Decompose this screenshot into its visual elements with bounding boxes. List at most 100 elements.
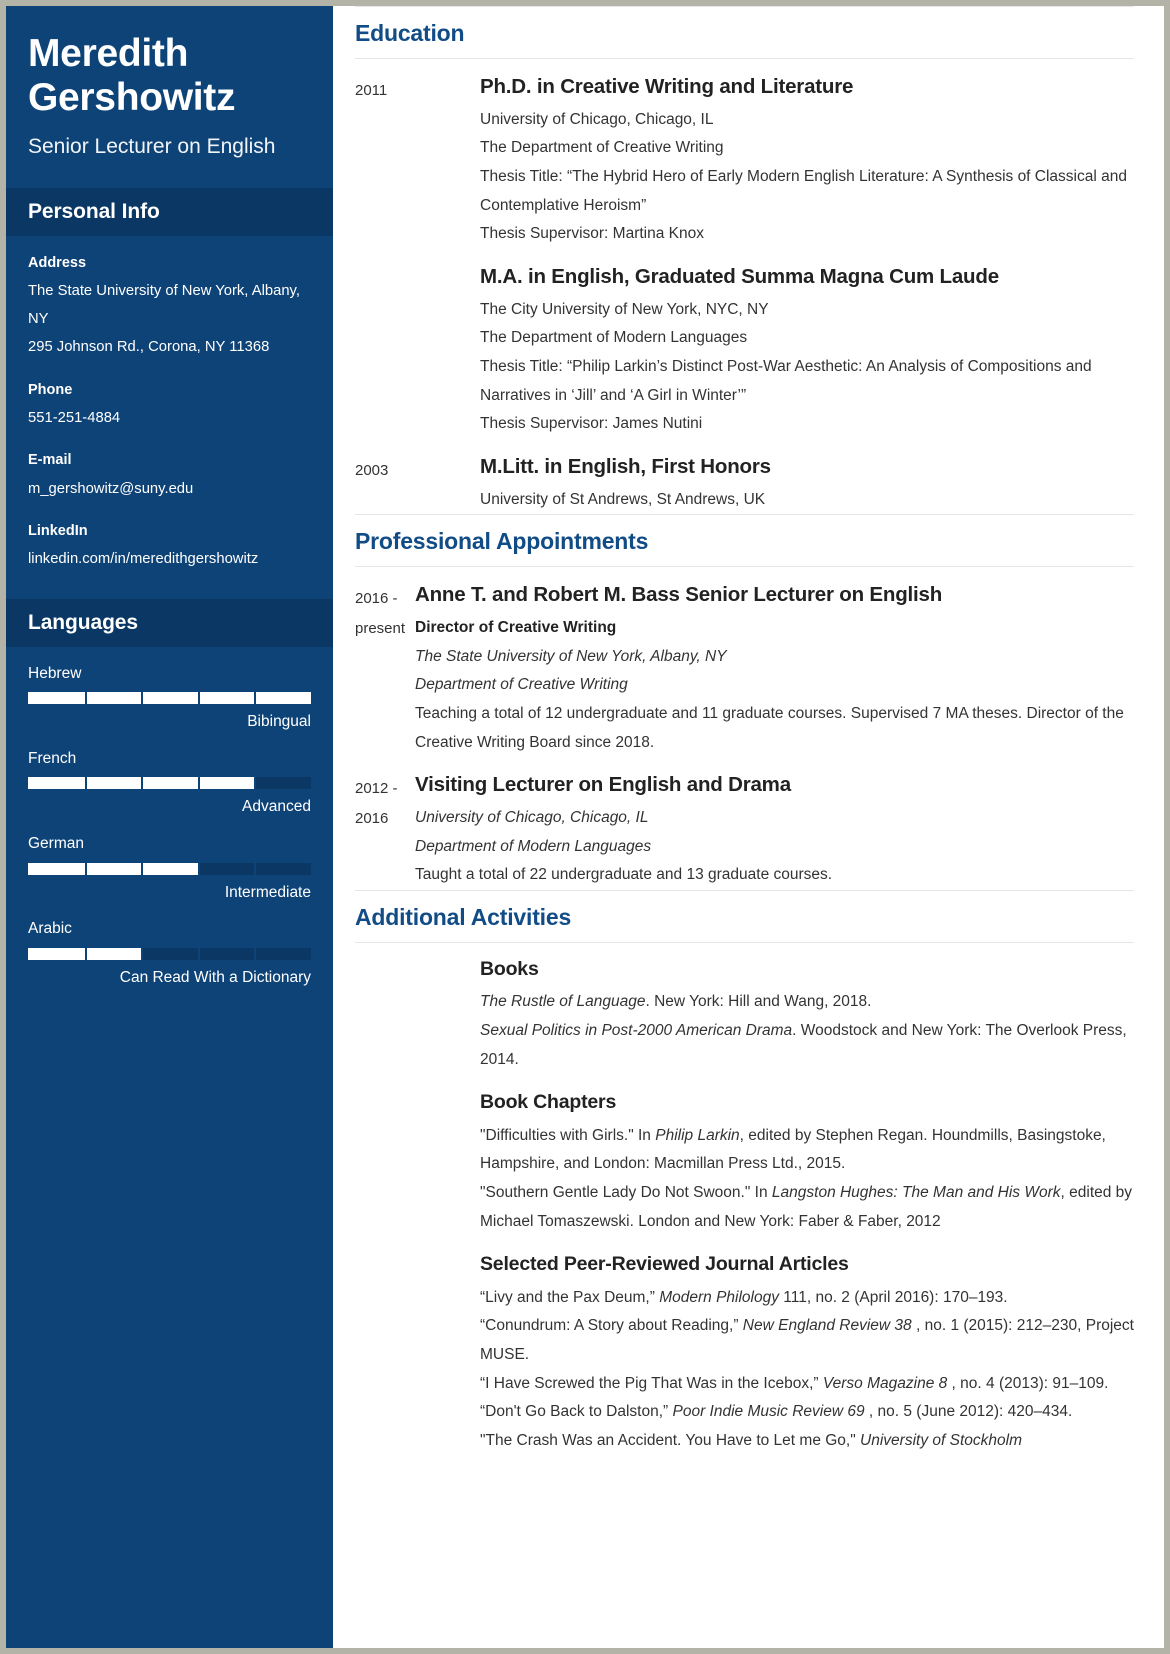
education-entry-date [355, 263, 480, 266]
appointment-entry-description: Taught a total of 22 undergraduate and 1… [415, 866, 833, 884]
info-value[interactable]: m_gershowitz@suny.edu [28, 475, 311, 503]
appointments-title: Professional Appointments [355, 514, 1134, 568]
language-bar-segment-divider [141, 862, 144, 875]
activity-item: “I Have Screwed the Pig That Was in the … [480, 1374, 1109, 1392]
language-level-label: Intermediate [224, 883, 311, 901]
education-entry-body: Ph.D. in Creative Writing and Literature… [480, 73, 1134, 249]
education-entry-line: Thesis Title: “The Hybrid Hero of Early … [480, 168, 1127, 214]
language-bar-segment-divider [84, 947, 87, 960]
education-entry-title: M.Litt. in English, First Honors [480, 455, 771, 479]
info-value: 551-251-4884 [28, 410, 121, 427]
main-content: Education 2011 Ph.D. in Creative Writing … [333, 6, 1164, 1648]
activity-item: “Conundrum: A Story about Reading,” New … [480, 1317, 1134, 1363]
activity-item: “Livy and the Pax Deum,” Modern Philolog… [480, 1288, 1008, 1306]
education-entry-line: The Department of Creative Writing [480, 139, 724, 157]
education-entry: M.A. in English, Graduated Summa Magna C… [355, 249, 1134, 439]
info-label: Address [28, 254, 87, 271]
appointment-entry-body: Visiting Lecturer on English and Drama Un… [415, 771, 1134, 890]
appointment-entry-date: 2012 - 2016 [355, 780, 398, 827]
education-entry-body: M.Litt. in English, First Honors Universi… [480, 453, 1134, 514]
language-name: German [28, 835, 84, 853]
activity-item: "The Crash Was an Accident. You Have to … [480, 1431, 1022, 1449]
language-bar-segment-divider [141, 692, 144, 705]
section-education: Education 2011 Ph.D. in Creative Writing … [355, 6, 1134, 514]
language-bar-segment-divider [197, 862, 200, 875]
language-level-bar [28, 692, 311, 705]
activities-groups: Books The Rustle of Language. New York: H… [480, 943, 1134, 1455]
language-bar-segment-divider [84, 692, 87, 705]
appointment-entry-title: Visiting Lecturer on English and Drama [415, 773, 791, 797]
education-title: Education [355, 6, 1134, 59]
appointment-entry-org-line: Department of Creative Writing [415, 676, 628, 694]
education-entries: 2011 Ph.D. in Creative Writing and Litera… [355, 59, 1134, 514]
info-value[interactable]: linkedin.com/in/meredithgershowitz [28, 545, 311, 573]
appointment-entry-date: 2016 - present [355, 590, 406, 637]
section-appointments: Professional Appointments 2016 - present… [355, 514, 1134, 890]
education-entry-line: University of St Andrews, St Andrews, UK [480, 490, 766, 508]
info-label: LinkedIn [28, 522, 88, 539]
education-entry: 2003 M.Litt. in English, First Honors Univ… [355, 439, 1134, 514]
language-name: Hebrew [28, 664, 82, 682]
activities-entry: Books The Rustle of Language. New York: H… [355, 943, 1134, 1455]
language-bar-segment-divider [254, 947, 257, 960]
education-entry-line: The City University of New York, NYC, NY [480, 300, 769, 318]
language-bar-segment-divider [84, 777, 87, 790]
appointment-entry-org-line: Department of Modern Languages [415, 837, 652, 855]
language-level-label: Bibingual [247, 713, 311, 731]
activity-item: Sexual Politics in Post-2000 American Dr… [480, 1022, 1127, 1068]
activities-title: Additional Activities [355, 890, 1134, 944]
language-bar-segment-divider [254, 692, 257, 705]
education-entry-body: M.A. in English, Graduated Summa Magna C… [480, 263, 1134, 439]
appointment-entry-description: Teaching a total of 12 undergraduate and… [415, 705, 1124, 751]
language-bar-segment-divider [197, 777, 200, 790]
education-entry-line: Thesis Title: “Philip Larkin’s Distinct … [480, 358, 1092, 404]
appointment-entries: 2016 - present Anne T. and Robert M. Bass… [355, 567, 1134, 890]
sidebar: Meredith Gershowitz Senior Lecturer on E… [6, 6, 333, 1648]
name-block: Meredith Gershowitz Senior Lecturer on E… [6, 6, 333, 188]
languages-body: Hebrew Bibingual French Advanced German Inter… [6, 647, 333, 1022]
info-group: E-mail m_gershowitz@suny.edu [28, 447, 311, 503]
languages-header: Languages [6, 598, 333, 647]
activity-item: "Southern Gentle Lady Do Not Swoon." In … [480, 1183, 1133, 1230]
info-label: Phone [28, 381, 73, 398]
language-level-bar [28, 947, 311, 960]
appointment-entry-body: Anne T. and Robert M. Bass Senior Lectur… [415, 581, 1134, 757]
language-level-bar-fill [28, 862, 198, 875]
language-bar-segment-divider [84, 862, 87, 875]
activity-group-heading: Book Chapters [480, 1091, 617, 1114]
appointment-entry-subtitle: Director of Creative Writing [415, 619, 617, 637]
info-group: Phone 551-251-4884 [28, 377, 311, 433]
activity-group-heading: Selected Peer-Reviewed Journal Articles [480, 1253, 849, 1276]
language-level-bar [28, 777, 311, 790]
appointment-entry-org-line: University of Chicago, Chicago, IL [415, 809, 649, 827]
education-entry-line: Thesis Supervisor: Martina Knox [480, 225, 704, 243]
info-value: The State University of New York, Albany… [28, 283, 300, 328]
language-item: Arabic Can Read With a Dictionary [28, 916, 311, 988]
language-bar-segment-divider [141, 777, 144, 790]
appointment-entry: 2016 - present Anne T. and Robert M. Bass… [355, 567, 1134, 757]
language-bar-segment-divider [197, 947, 200, 960]
language-level-bar-fill [28, 692, 311, 705]
language-name: French [28, 749, 77, 767]
activity-group-heading: Books [480, 958, 539, 981]
activity-item: The Rustle of Language. New York: Hill a… [480, 993, 872, 1011]
language-bar-segment-divider [141, 947, 144, 960]
language-item: German Intermediate [28, 831, 311, 903]
appointment-entry-org-line: The State University of New York, Albany… [415, 647, 727, 665]
resume-page: Meredith Gershowitz Senior Lecturer on E… [0, 0, 1170, 1654]
candidate-name: Meredith Gershowitz [28, 32, 236, 119]
personal-info-header: Personal Info [6, 187, 333, 236]
language-level-label: Can Read With a Dictionary [119, 968, 311, 986]
language-item: Hebrew Bibingual [28, 661, 311, 733]
language-name: Arabic [28, 920, 72, 938]
activity-item: "Difficulties with Girls." In Philip Lar… [480, 1126, 1106, 1173]
appointment-entry: 2012 - 2016 Visiting Lecturer on English … [355, 757, 1134, 890]
education-entry-line: The Department of Modern Languages [480, 329, 748, 347]
section-activities: Additional Activities Books The Rustle of… [355, 890, 1134, 1455]
education-entry-line: Thesis Supervisor: James Nutini [480, 415, 703, 433]
language-level-bar [28, 862, 311, 875]
activity-item: “Don't Go Back to Dalston,” Poor Indie M… [480, 1403, 1073, 1421]
info-value: 295 Johnson Rd., Corona, NY 11368 [28, 339, 270, 356]
language-bar-segment-divider [254, 862, 257, 875]
language-bar-segment-divider [254, 777, 257, 790]
